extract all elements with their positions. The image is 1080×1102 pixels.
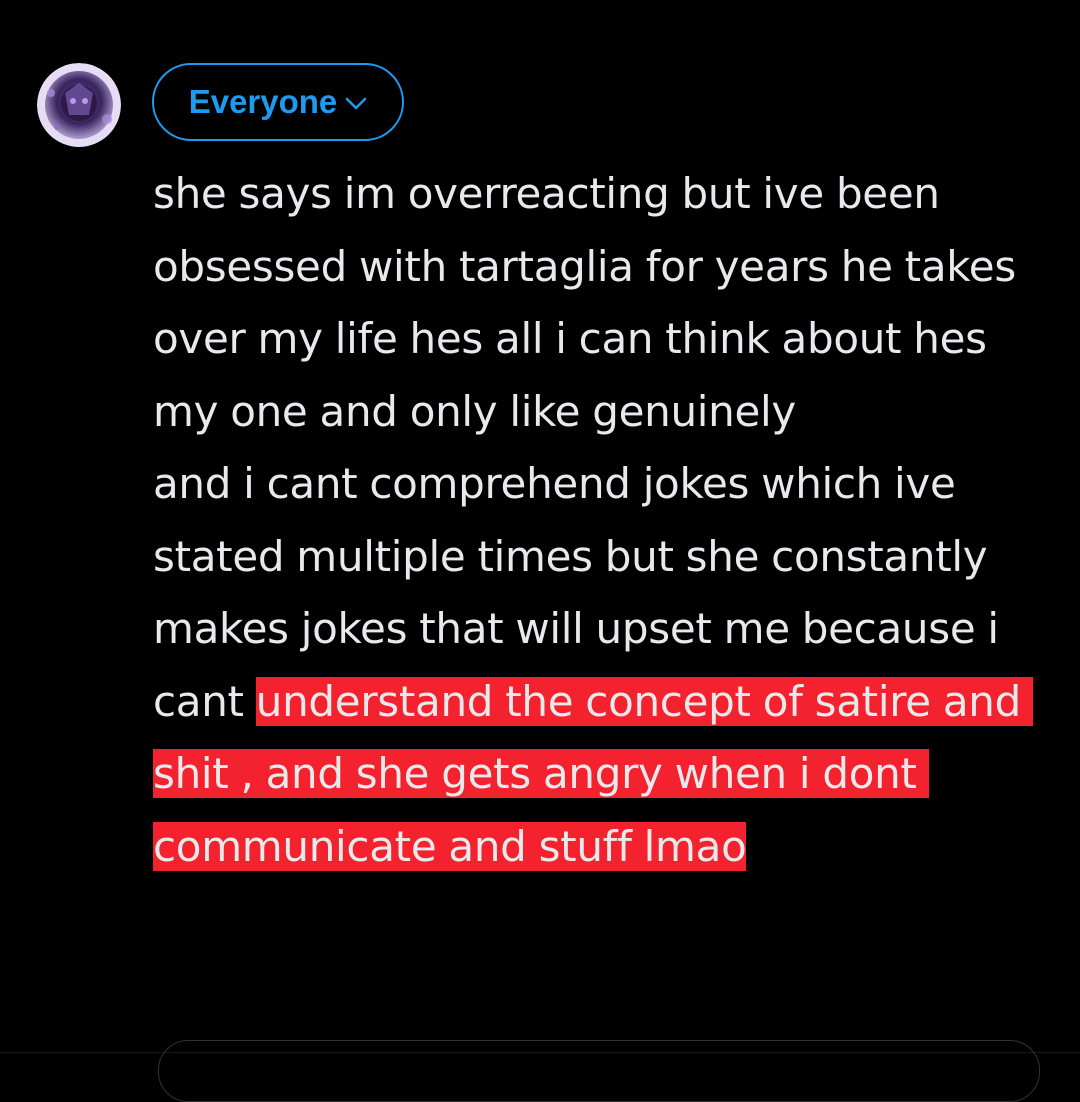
compose-text: she says im overreacting but ive been ob… bbox=[153, 169, 1016, 726]
audience-selector-button[interactable]: Everyone bbox=[152, 63, 404, 141]
audience-label: Everyone bbox=[188, 83, 338, 120]
compose-text-area[interactable]: she says im overreacting but ive been ob… bbox=[153, 158, 1063, 883]
avatar-image bbox=[37, 63, 121, 147]
bottom-pill-button[interactable] bbox=[158, 1040, 1040, 1102]
highlighted-text-selection: understand the concept of satire and shi… bbox=[153, 676, 1034, 871]
avatar[interactable] bbox=[37, 63, 121, 147]
chevron-down-icon bbox=[345, 97, 367, 111]
